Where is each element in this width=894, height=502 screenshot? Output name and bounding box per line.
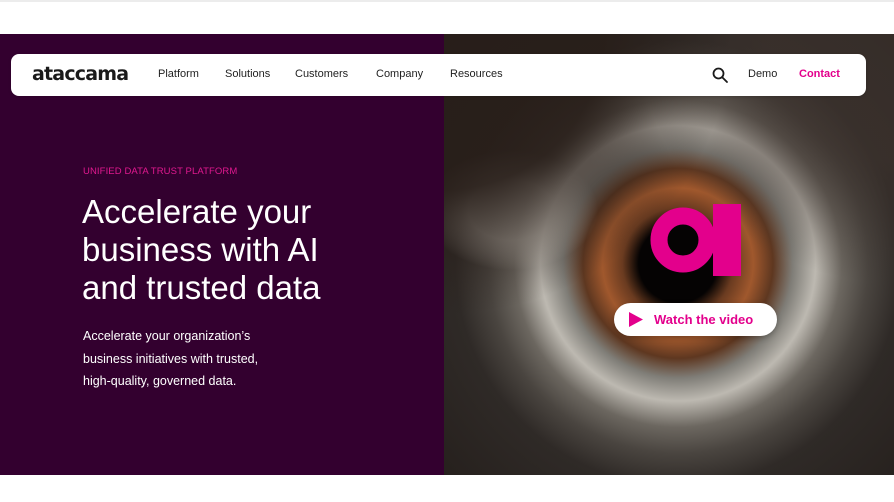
hero-subtext-line-2: business initiatives with trusted, [83, 351, 259, 366]
nav-platform[interactable]: Platform [158, 68, 199, 80]
hero-subtext: Accelerate your organization’s business … [83, 325, 313, 393]
hero-headline-line-3: and trusted data [82, 269, 321, 306]
ataccama-logo[interactable]: ataccama [32, 63, 129, 85]
nav-company[interactable]: Company [376, 68, 423, 80]
watch-video-label: Watch the video [654, 312, 754, 327]
hero-subtext-line-3: high-quality, governed data. [83, 374, 237, 388]
watch-video-button[interactable]: Watch the video [614, 303, 777, 336]
hero-subtext-line-1: Accelerate your organization’s [83, 329, 251, 343]
nav-solutions[interactable]: Solutions [225, 68, 270, 80]
hero-headline-line-1: Accelerate your [82, 193, 312, 230]
ai-logo-icon [649, 204, 741, 276]
play-icon [629, 312, 643, 327]
hero-headline: Accelerate your business with AI and tru… [82, 193, 422, 307]
nav-resources[interactable]: Resources [450, 68, 503, 80]
nav-customers[interactable]: Customers [295, 68, 348, 80]
main-navbar: ataccama Platform Solutions Customers Co… [11, 54, 866, 96]
hero-headline-line-2: business with AI [82, 231, 319, 268]
top-strip [0, 0, 894, 34]
search-icon[interactable] [711, 66, 729, 84]
nav-contact[interactable]: Contact [799, 68, 840, 80]
nav-demo[interactable]: Demo [748, 68, 777, 80]
hero-eyebrow: UNIFIED DATA TRUST PLATFORM [83, 166, 238, 177]
bottom-strip [0, 475, 894, 502]
